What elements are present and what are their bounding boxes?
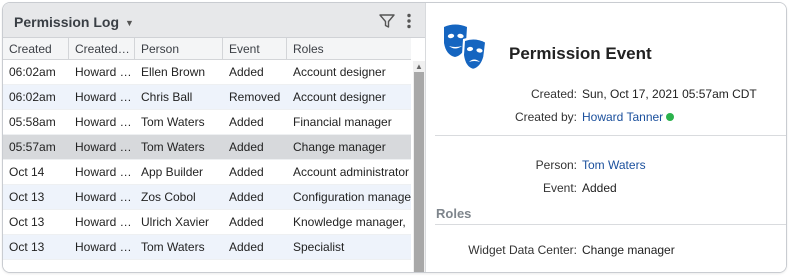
scroll-up-arrow-icon[interactable]: ▲ [413,62,425,72]
cell-created-by: Howard … [75,65,132,79]
detail-title: Permission Event [509,44,652,63]
cell-created-by: Howard … [75,215,132,229]
cell-event: Added [229,140,264,154]
cell-roles: Account designer [293,65,386,79]
cell-created: Oct 13 [9,215,45,229]
vertical-scrollbar[interactable]: ▲ [413,61,425,272]
cell-roles: Knowledge manager, [293,215,406,229]
cell-created: Oct 13 [9,190,45,204]
cell-created: Oct 14 [9,165,45,179]
person-label: Person: [535,158,577,172]
roles-section-heading: Roles [436,206,472,221]
cell-person: Zos Cobol [141,190,196,204]
cell-created: 06:02am [9,65,56,79]
caret-down-icon: ▼ [125,18,134,28]
table-row[interactable]: Oct 13 Howard … Ulrich Xavier Added Know… [3,210,411,235]
cell-event: Removed [229,90,281,104]
table-row[interactable]: 05:58am Howard … Tom Waters Added Financ… [3,110,411,135]
created-value: Sun, Oct 17, 2021 05:57am CDT [582,87,757,101]
cell-person: Ulrich Xavier [141,215,210,229]
table-row[interactable]: Oct 14 Howard … App Builder Added Accoun… [3,160,411,185]
cell-event: Added [229,115,264,129]
cell-created-by: Howard … [75,240,132,254]
column-header-created[interactable]: Created [3,38,69,60]
cell-created: Oct 13 [9,240,45,254]
cell-person: Chris Ball [141,90,193,104]
cell-created-by: Howard … [75,115,132,129]
panel-title: Permission Log [14,14,120,30]
column-header-roles[interactable]: Roles [287,38,411,60]
table-row-selected[interactable]: 05:57am Howard … Tom Waters Added Change… [3,135,411,160]
cell-roles: Configuration manager [293,190,411,204]
column-header-person[interactable]: Person [135,38,223,60]
section-divider [435,135,786,136]
panel-title-dropdown[interactable]: Permission Log ▼ [14,14,134,30]
table-row[interactable]: Oct 13 Howard … Zos Cobol Added Configur… [3,185,411,210]
created-by-link[interactable]: Howard Tanner [582,110,663,124]
cell-person: Tom Waters [141,115,205,129]
cell-created: 05:57am [9,140,56,154]
filter-icon[interactable] [379,13,395,29]
person-link[interactable]: Tom Waters [582,158,646,172]
cell-roles: Change manager [293,140,386,154]
table-row[interactable]: 06:02am Howard … Ellen Brown Added Accou… [3,60,411,85]
cell-event: Added [229,190,264,204]
table-row[interactable]: 06:02am Howard … Chris Ball Removed Acco… [3,85,411,110]
cell-created-by: Howard … [75,165,132,179]
cell-event: Added [229,65,264,79]
event-value: Added [582,181,617,195]
cell-person: App Builder [141,165,204,179]
role-scope-label: Widget Data Center: [468,243,577,257]
table-row[interactable]: Oct 13 Howard … Tom Waters Added Special… [3,235,411,260]
cell-created: 06:02am [9,90,56,104]
permission-log-table: Created Created… Person Event Roles 06:0… [3,38,411,260]
cell-event: Added [229,215,264,229]
table-header: Created Created… Person Event Roles [3,38,411,60]
permission-log-panel: Permission Log ▼ Created Created… Person… [3,3,426,272]
scrollbar-thumb[interactable] [414,72,424,272]
cell-roles: Account designer [293,90,386,104]
cell-roles: Specialist [293,240,345,254]
online-status-dot [666,113,675,121]
cell-created-by: Howard … [75,90,132,104]
cell-person: Tom Waters [141,140,205,154]
event-label: Event: [542,181,577,195]
cell-created-by: Howard … [75,140,132,154]
created-label: Created: [530,87,577,101]
app-frame: Permission Log ▼ Created Created… Person… [2,2,787,273]
column-header-created-by[interactable]: Created… [69,38,135,60]
panel-header: Permission Log ▼ [3,3,425,38]
cell-event: Added [229,240,264,254]
column-header-event[interactable]: Event [223,38,287,60]
permission-event-detail: Permission Event Created: Sun, Oct 17, 2… [427,3,786,272]
cell-event: Added [229,165,264,179]
role-value: Change manager [582,243,675,257]
cell-roles: Financial manager [293,115,392,129]
theater-masks-icon [444,24,487,71]
cell-person: Tom Waters [141,240,205,254]
more-vertical-icon[interactable] [405,12,413,30]
cell-roles: Account administrator [293,165,410,179]
created-by-label: Created by: [514,110,577,124]
cell-created-by: Howard … [75,190,132,204]
cell-person: Ellen Brown [141,65,206,79]
created-by-field: Howard Tanner [582,110,675,124]
roles-divider [435,224,786,225]
cell-created: 05:58am [9,115,56,129]
